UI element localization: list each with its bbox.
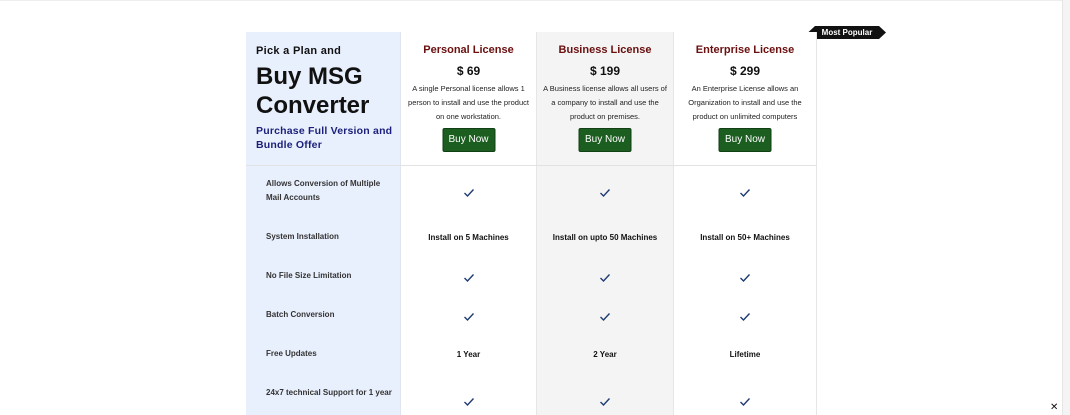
plan-description: A Business license allows all users of a… xyxy=(543,84,667,121)
pricing-page: Most Popular Pick a Plan and Buy MSG Con… xyxy=(0,0,1070,415)
plan-title: Personal License xyxy=(423,44,514,56)
check-icon xyxy=(599,188,611,198)
feature-label-system-installation: System Installation xyxy=(266,232,339,241)
top-border xyxy=(0,0,1062,1)
installation-value: Install on 50+ Machines xyxy=(700,233,790,242)
buy-now-button-personal[interactable]: Buy Now xyxy=(442,128,495,152)
free-updates-value: 2 Year xyxy=(593,350,617,359)
check-icon xyxy=(599,312,611,322)
check-icon xyxy=(739,188,751,198)
free-updates-value: 1 Year xyxy=(456,350,481,359)
buy-now-button-enterprise[interactable]: Buy Now xyxy=(718,128,772,152)
intro-subtitle: Purchase Full Version and Bundle Offer xyxy=(256,125,393,151)
intro-small-title: Pick a Plan and xyxy=(256,45,342,57)
plan-title: Business License xyxy=(558,44,652,56)
check-icon xyxy=(739,273,751,283)
buy-now-button-business[interactable]: Buy Now xyxy=(578,128,632,152)
check-icon xyxy=(463,312,475,322)
feature-label-technical-support: 24x7 technical Support for 1 year xyxy=(266,388,392,397)
plan-price: $ 199 xyxy=(589,64,621,78)
check-icon xyxy=(463,273,475,283)
plan-description: A single Personal license allows 1 perso… xyxy=(408,84,529,121)
check-icon xyxy=(739,397,751,407)
intro-big-title: Buy MSG Converter xyxy=(256,63,370,119)
free-updates-value: Lifetime xyxy=(729,350,761,359)
plan-description: An Enterprise License allows an Organiza… xyxy=(688,84,802,121)
intro-column: Pick a Plan and Buy MSG Converter Purcha… xyxy=(246,32,401,415)
most-popular-badge: Most Popular xyxy=(808,26,886,39)
check-icon xyxy=(463,397,475,407)
check-icon xyxy=(739,312,751,322)
feature-label-batch-conversion: Batch Conversion xyxy=(266,310,335,319)
plan-column-personal: Personal License $ 69 A single Personal … xyxy=(401,32,537,415)
plan-price: $ 69 xyxy=(456,64,481,78)
feature-label-no-file-size-limit: No File Size Limitation xyxy=(266,271,352,280)
plan-price: $ 299 xyxy=(729,64,761,78)
check-icon xyxy=(599,273,611,283)
feature-label-multiple-accounts: Allows Conversion of Multiple Mail Accou… xyxy=(266,179,381,202)
check-icon xyxy=(463,188,475,198)
vertical-scrollbar[interactable] xyxy=(1062,0,1070,415)
pricing-table: Pick a Plan and Buy MSG Converter Purcha… xyxy=(246,32,817,415)
badge-label: Most Popular xyxy=(821,28,873,37)
plan-column-business: Business License $ 199 A Business licens… xyxy=(537,32,674,415)
close-icon[interactable]: ✕ xyxy=(1050,402,1058,413)
plan-column-enterprise: Enterprise License $ 299 An Enterprise L… xyxy=(674,32,817,415)
feature-label-free-updates: Free Updates xyxy=(266,349,317,358)
check-icon xyxy=(599,397,611,407)
plan-title: Enterprise License xyxy=(695,44,795,56)
installation-value: Install on upto 50 Machines xyxy=(552,233,658,242)
header-divider xyxy=(246,165,817,166)
installation-value: Install on 5 Machines xyxy=(428,233,509,242)
